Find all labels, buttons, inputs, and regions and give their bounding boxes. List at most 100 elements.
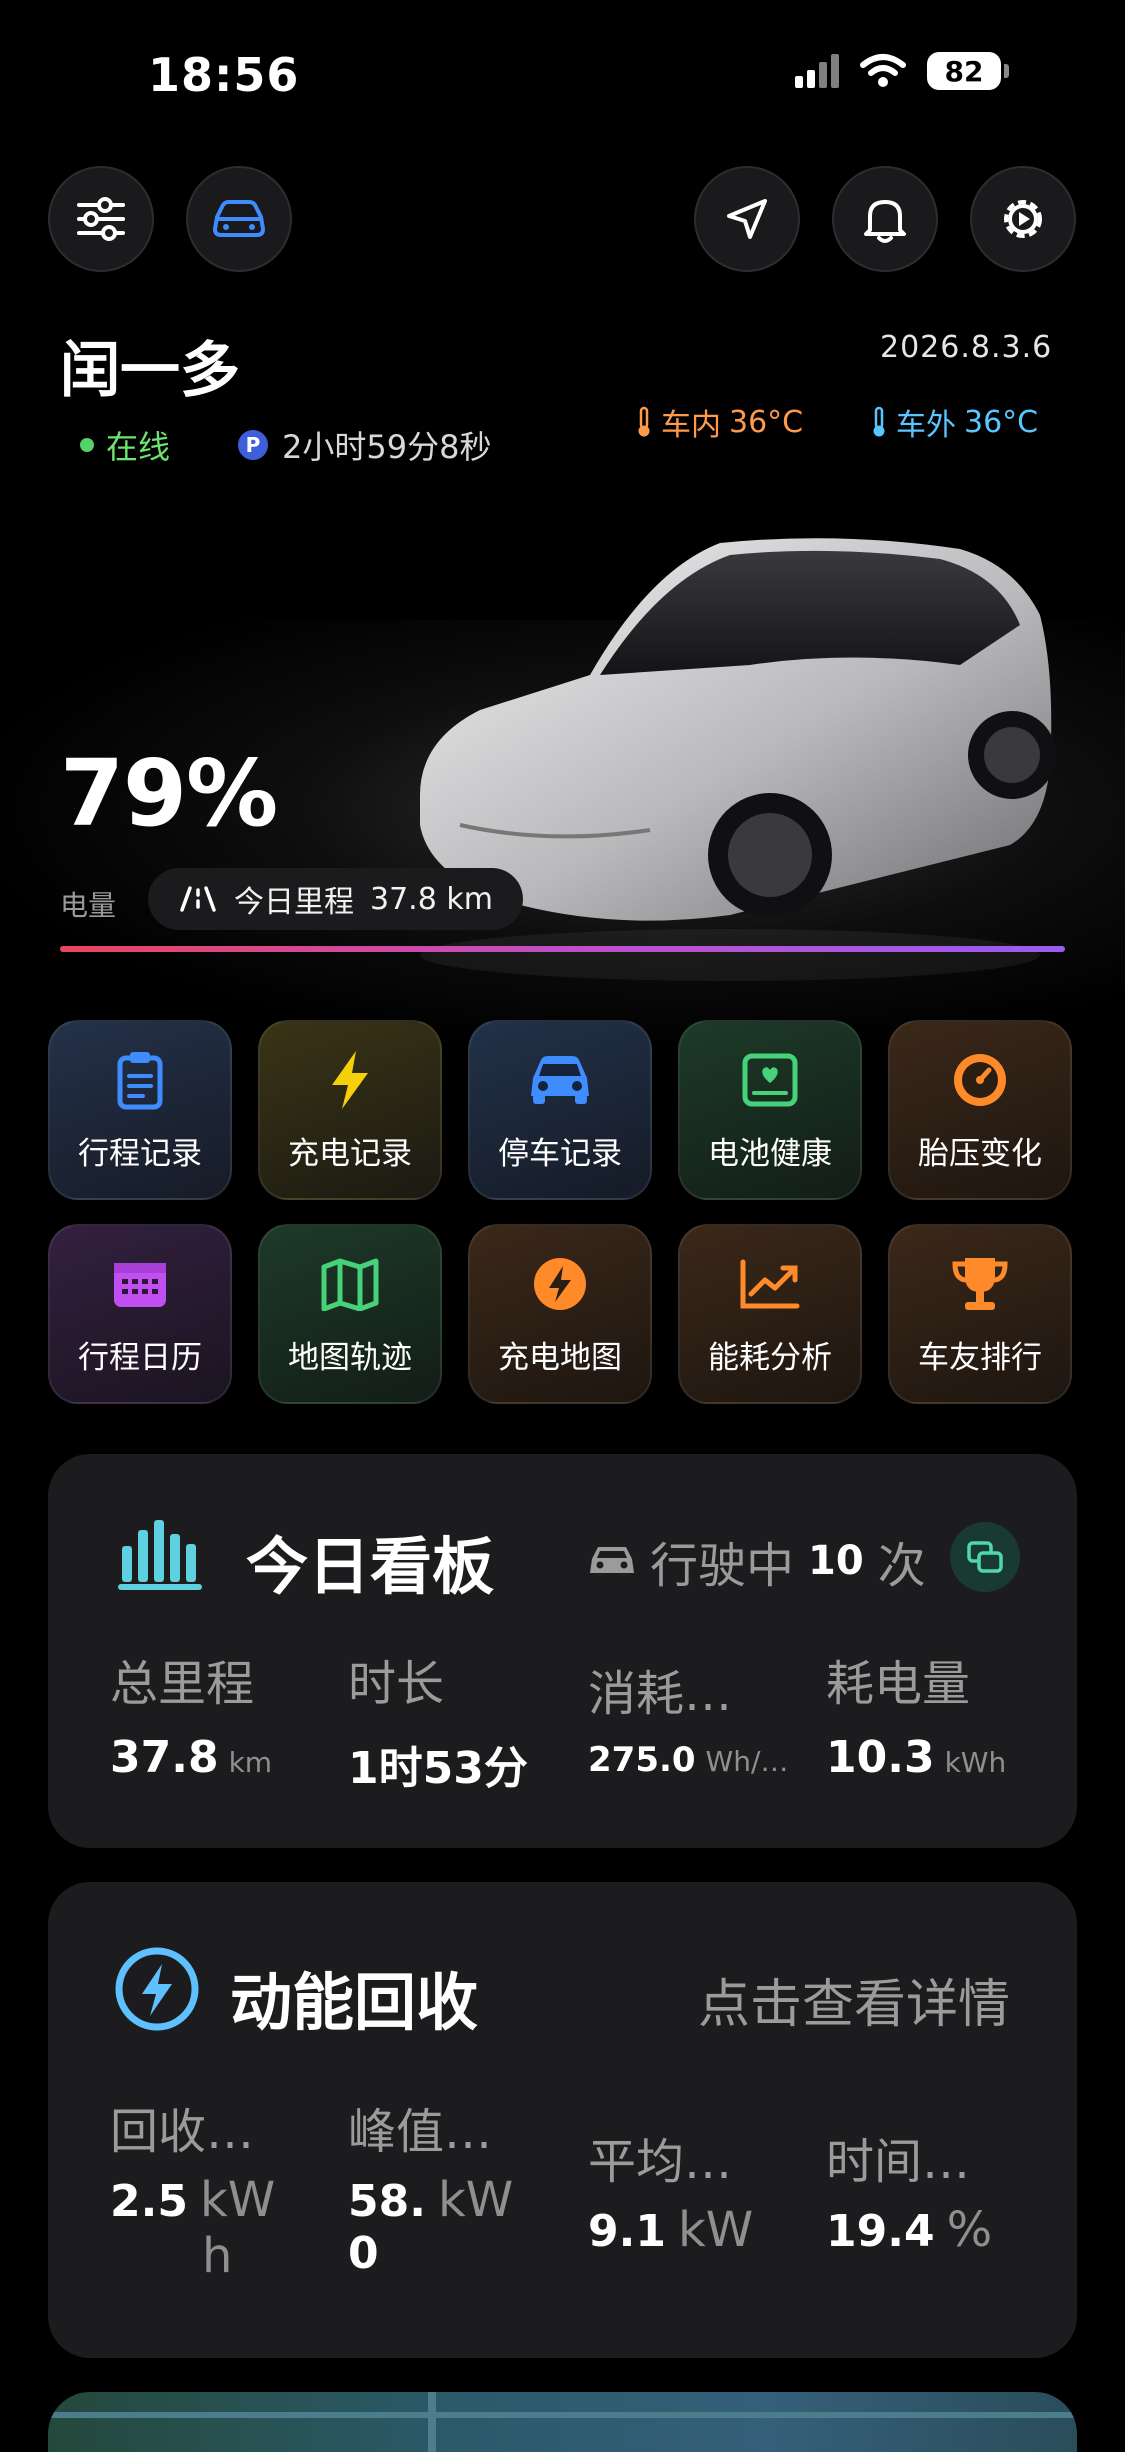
stat-consumption: 275.0 Wh/… xyxy=(588,1740,788,1780)
stat-total-mileage: 37.8 km xyxy=(110,1732,272,1783)
thermometer-icon xyxy=(638,406,650,437)
status-icons: 82 xyxy=(795,52,1009,90)
status-time: 18:56 xyxy=(148,48,300,102)
stat-unit: kW xyxy=(677,2202,754,2258)
stat-value-wrap: 0 xyxy=(348,2228,379,2279)
sliders-icon xyxy=(77,197,125,241)
temperature-inside-label: 车内 xyxy=(661,408,721,443)
driving-unit: 次 xyxy=(877,1538,926,1594)
tile-map-track[interactable]: 地图轨迹 xyxy=(258,1224,442,1404)
tile-trip-records[interactable]: 行程记录 xyxy=(48,1020,232,1200)
battery-progress-bar xyxy=(60,946,1065,952)
stat-value: 1时53分 xyxy=(348,1743,528,1794)
wifi-icon xyxy=(860,54,906,87)
tile-label: 车友排行 xyxy=(918,1339,1042,1376)
car-top-icon xyxy=(213,200,265,237)
map-preview-card[interactable] xyxy=(48,2392,1077,2452)
stat-value: 37.8 xyxy=(110,1732,219,1783)
stat-value: 19.4 xyxy=(826,2206,935,2257)
tile-label: 行程记录 xyxy=(78,1135,202,1172)
stat-label: 时长 xyxy=(348,1656,445,1712)
stat-unit: km xyxy=(228,1746,273,1779)
stat-label: 消耗… xyxy=(588,1666,733,1722)
stat-regen-energy: 2.5 kW h xyxy=(110,2172,310,2284)
stat-label: 耗电量 xyxy=(826,1656,971,1712)
temperature-outside: 车外 36°C xyxy=(870,400,1038,444)
stat-unit: kWh xyxy=(944,1746,1007,1779)
online-status: 在线 xyxy=(80,422,170,468)
tile-tire-pressure[interactable]: 胎压变化 xyxy=(888,1020,1072,1200)
stat-label: 总里程 xyxy=(110,1656,255,1712)
map-icon xyxy=(320,1252,380,1316)
tile-label: 能耗分析 xyxy=(708,1339,832,1376)
stat-value: 9.1 xyxy=(588,2206,666,2257)
tile-parking-records[interactable]: 停车记录 xyxy=(468,1020,652,1200)
switch-view-icon xyxy=(967,1541,1003,1573)
today-dashboard-card[interactable]: 今日看板 行驶中 10 次 总里程 时长 消耗… 耗电量 37.8 km 1时5… xyxy=(48,1454,1077,1848)
vehicle-button[interactable] xyxy=(186,166,292,272)
gauge-icon xyxy=(951,1048,1009,1112)
temperature-inside: 车内 36°C xyxy=(635,400,803,444)
driving-count-value: 10 xyxy=(808,1538,864,1584)
switch-view-button[interactable] xyxy=(950,1522,1020,1592)
tile-owner-ranking[interactable]: 车友排行 xyxy=(888,1224,1072,1404)
tile-trip-calendar[interactable]: 行程日历 xyxy=(48,1224,232,1404)
stat-value: 10.3 xyxy=(826,1732,935,1783)
car-small-icon xyxy=(590,1547,634,1573)
parked-duration: P 2小时59分8秒 xyxy=(238,422,491,468)
stat-label: 回收… xyxy=(110,2104,255,2160)
tile-label: 电池健康 xyxy=(708,1135,832,1172)
stat-unit: kW xyxy=(199,2172,276,2228)
driving-label: 行驶中 xyxy=(650,1538,795,1594)
stat-time-ratio: 19.4 % xyxy=(826,2202,992,2258)
today-mileage-pill: 今日里程 37.8 km xyxy=(148,868,523,930)
tile-label: 充电记录 xyxy=(288,1135,412,1172)
parking-icon: P xyxy=(238,430,268,460)
lightning-circle-icon xyxy=(115,1947,199,2031)
tile-label: 胎压变化 xyxy=(918,1135,1042,1172)
mileage-value: 37.8 km xyxy=(370,881,493,917)
regen-card[interactable]: 动能回收 点击查看详情 回收… 峰值… 平均… 时间… 2.5 kW h 58.… xyxy=(48,1882,1077,2358)
mileage-label: 今日里程 xyxy=(234,885,354,920)
header-date: 2026.8.3.6 xyxy=(880,330,1053,365)
battery-label: 电量 xyxy=(60,889,117,922)
bar-chart-icon xyxy=(118,1520,202,1590)
notifications-button[interactable] xyxy=(832,166,938,272)
tile-charging-records[interactable]: 充电记录 xyxy=(258,1020,442,1200)
stat-label: 峰值… xyxy=(348,2104,493,2160)
online-dot-icon xyxy=(80,438,94,452)
navigation-arrow-icon xyxy=(727,199,767,239)
car-icon xyxy=(527,1048,593,1112)
tile-label: 地图轨迹 xyxy=(288,1339,412,1376)
tile-label: 充电地图 xyxy=(498,1339,622,1376)
battery-health-icon xyxy=(742,1048,798,1112)
stat-value: 275.0 xyxy=(588,1740,696,1780)
tile-charging-map[interactable]: 充电地图 xyxy=(468,1224,652,1404)
stat-label: 平均… xyxy=(588,2134,733,2190)
stat-label: 时间… xyxy=(826,2134,971,2190)
battery-progress-fill xyxy=(60,946,1065,952)
battery-percentage: 79% xyxy=(60,740,278,847)
tile-energy-analysis[interactable]: 能耗分析 xyxy=(678,1224,862,1404)
view-details-link[interactable]: 点击查看详情 xyxy=(698,1962,1010,2037)
battery-status-icon: 82 xyxy=(927,52,1009,90)
parked-duration-value: 2小时59分8秒 xyxy=(282,428,492,466)
stat-unit: Wh/… xyxy=(705,1745,789,1778)
driving-count: 行驶中 10 次 xyxy=(588,1526,926,1596)
stat-unit: kW xyxy=(437,2172,514,2228)
trophy-icon xyxy=(951,1252,1009,1316)
regen-title: 动能回收 xyxy=(230,1966,479,2039)
lightning-icon xyxy=(328,1048,372,1112)
trend-chart-icon xyxy=(739,1252,801,1316)
stat-unit: % xyxy=(946,2202,993,2258)
settings-button[interactable] xyxy=(970,166,1076,272)
tile-battery-health[interactable]: 电池健康 xyxy=(678,1020,862,1200)
road-icon xyxy=(180,886,216,912)
filter-button[interactable] xyxy=(48,166,154,272)
temperature-outside-value: 36°C xyxy=(964,404,1039,440)
calendar-icon xyxy=(112,1252,168,1316)
stat-average-power: 9.1 kW xyxy=(588,2202,753,2258)
charge-map-icon xyxy=(532,1252,588,1316)
stat-energy-used: 10.3 kWh xyxy=(826,1732,1006,1783)
navigate-button[interactable] xyxy=(694,166,800,272)
